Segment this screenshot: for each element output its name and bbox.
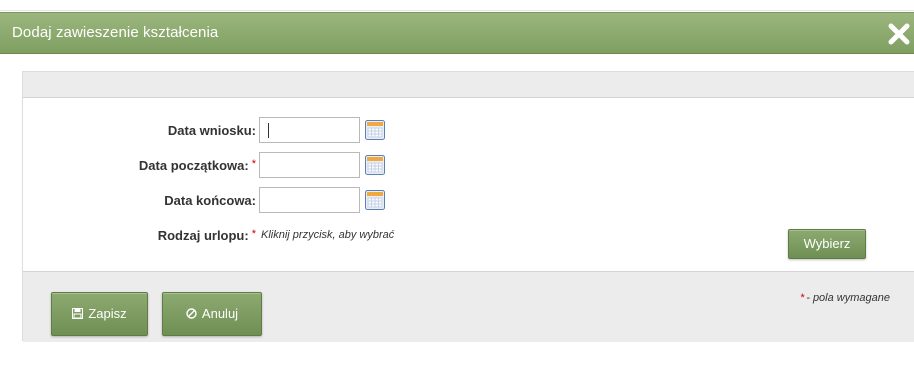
row-data-wniosku: Data wniosku: <box>23 117 914 143</box>
form-body: Data wniosku: Data początkowa: * Data ko… <box>23 98 914 270</box>
leave-type-hint: Kliknij przycisk, aby wybrać <box>261 229 395 241</box>
calendar-icon[interactable] <box>365 155 385 175</box>
panel-header-bar <box>23 72 914 98</box>
dialog-title: Dodaj zawieszenie kształcenia <box>12 24 219 41</box>
data-wniosku-input[interactable] <box>259 117 360 143</box>
save-button[interactable]: Zapisz <box>51 292 148 336</box>
label-rodzaj-urlopu: Rodzaj urlopu: * <box>157 228 256 243</box>
data-koncowa-input[interactable] <box>259 187 360 213</box>
required-fields-note: * - pola wymagane <box>799 292 890 304</box>
required-marker: * <box>799 292 805 304</box>
calendar-icon[interactable] <box>365 190 385 210</box>
dialog-titlebar: Dodaj zawieszenie kształcenia <box>0 12 914 54</box>
save-label: Zapisz <box>88 306 127 321</box>
wybierz-button[interactable]: Wybierz <box>788 229 866 259</box>
row-data-koncowa: Data końcowa: <box>23 187 914 213</box>
calendar-icon[interactable] <box>365 120 385 140</box>
row-rodzaj-urlopu: Rodzaj urlopu: * Kliknij przycisk, aby wy… <box>23 222 914 248</box>
required-marker: * <box>251 228 256 240</box>
text-caret <box>268 123 269 138</box>
row-data-poczatkowa: Data początkowa: * <box>23 152 914 178</box>
cancel-button[interactable]: Anuluj <box>162 292 262 336</box>
label-data-koncowa: Data końcowa: <box>164 193 256 208</box>
close-icon[interactable] <box>886 21 912 47</box>
floppy-disk-icon <box>72 293 84 335</box>
data-poczatkowa-input[interactable] <box>259 152 360 178</box>
label-data-poczatkowa: Data początkowa: * <box>138 158 256 173</box>
dialog-footer: Zapisz Anuluj * - pola wymagane <box>23 271 914 342</box>
top-strip <box>0 0 914 11</box>
form-panel: Data wniosku: Data początkowa: * Data ko… <box>22 71 914 342</box>
required-marker: * <box>251 158 256 170</box>
label-data-wniosku: Data wniosku: <box>167 123 256 138</box>
cancel-label: Anuluj <box>201 306 239 321</box>
cancel-circle-icon <box>186 293 197 335</box>
